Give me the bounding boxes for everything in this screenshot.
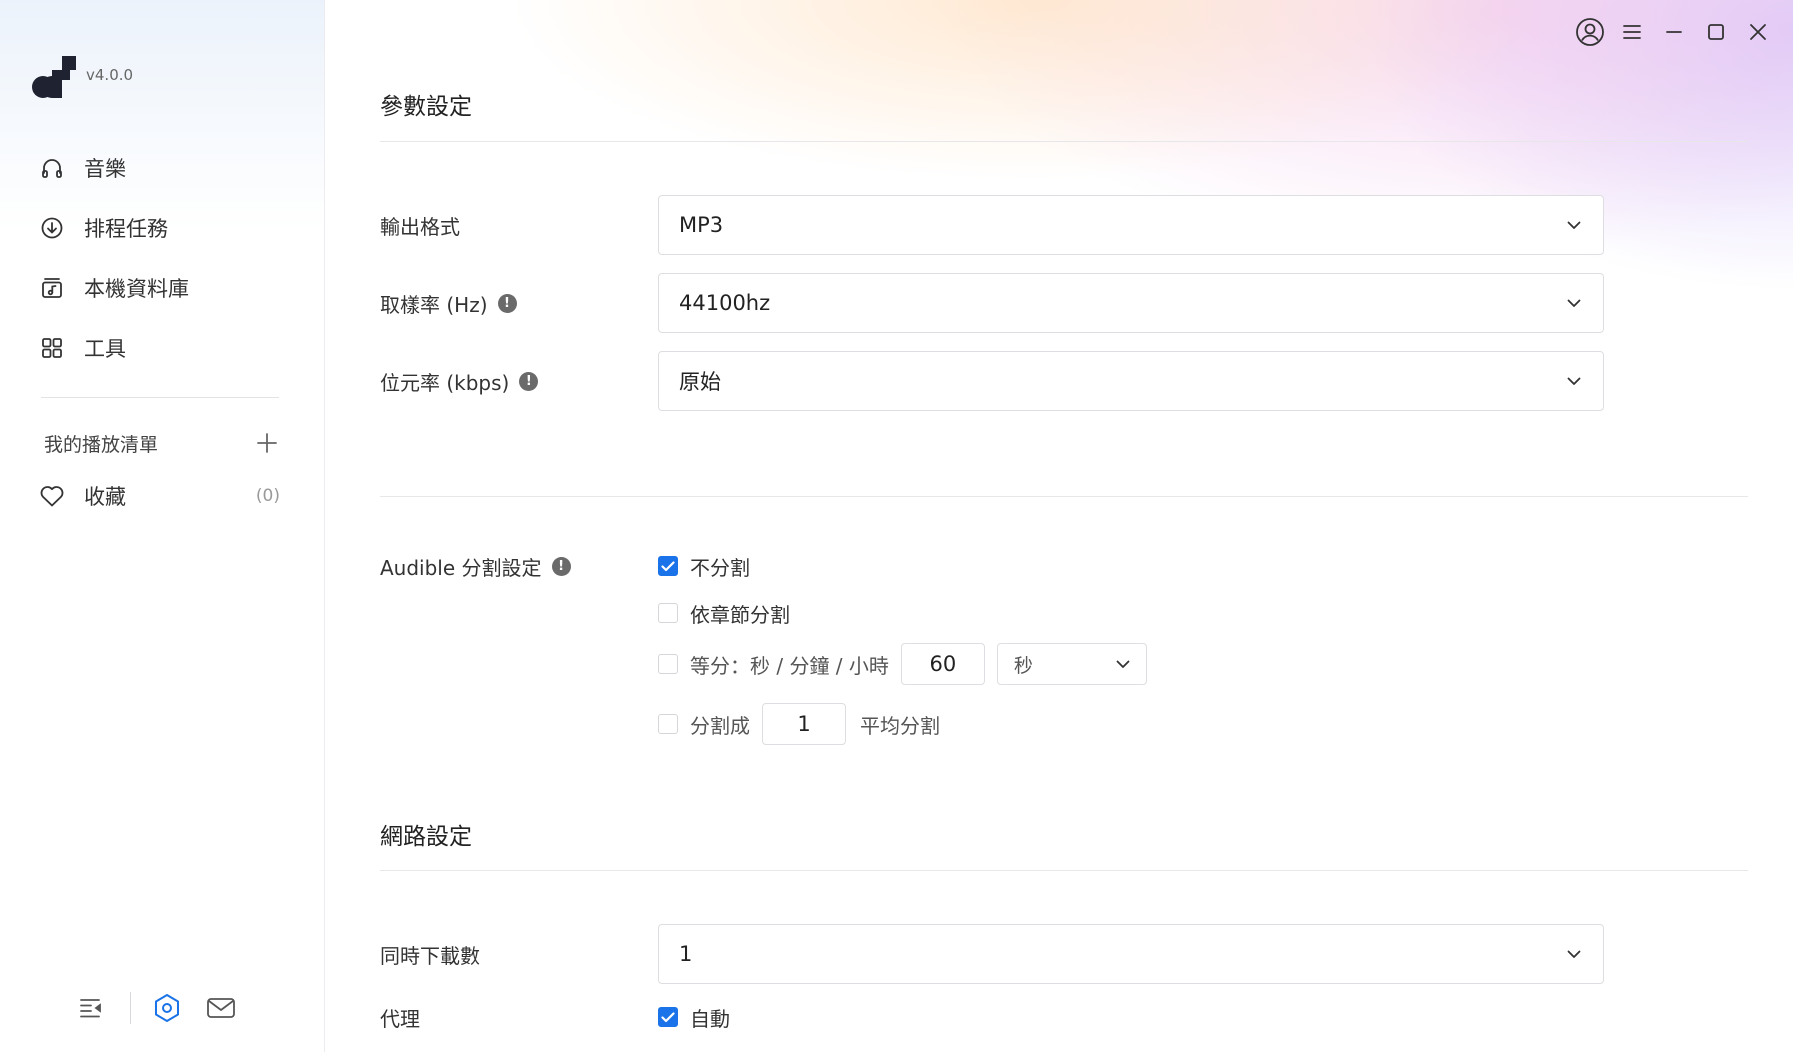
settings-button[interactable] <box>145 988 189 1028</box>
select-value: 44100hz <box>679 291 771 315</box>
chevron-down-icon <box>1565 372 1583 390</box>
playlists-header: 我的播放清單 <box>44 428 280 458</box>
collapse-sidebar-icon <box>80 999 101 1018</box>
sidebar-item-music[interactable]: 音樂 <box>38 138 288 198</box>
option-label-after: 平均分割 <box>860 713 940 738</box>
feedback-mail-button[interactable] <box>199 988 243 1028</box>
sample-rate-select[interactable]: 44100hz <box>658 273 1604 333</box>
label-text: 代理 <box>380 1006 420 1031</box>
bitrate-label: 位元率 (kbps) ! <box>380 366 539 396</box>
collapse-sidebar-button[interactable] <box>70 988 114 1028</box>
audible-split-label: Audible 分割設定 ! <box>380 551 571 581</box>
network-section-title: 網路設定 <box>380 824 472 850</box>
option-label: 不分割 <box>690 555 750 580</box>
option-label: 分割成 <box>690 713 750 738</box>
settings-content: 參數設定 輸出格式 MP3 取樣率 (Hz) ! 44100hz 位元率 (kb… <box>380 0 1750 1052</box>
option-label: 等分：秒 / 分鐘 / 小時 <box>690 653 889 678</box>
bitrate-select[interactable]: 原始 <box>658 351 1604 411</box>
heart-icon <box>38 482 66 510</box>
sidebar-divider <box>41 397 279 398</box>
plus-icon <box>257 433 277 453</box>
option-no-split: 不分割 <box>658 549 750 583</box>
label-text: 同時下載數 <box>380 943 480 968</box>
label-text: 位元率 (kbps) <box>380 370 510 395</box>
select-value: MP3 <box>679 213 724 237</box>
chevron-down-icon <box>1565 216 1583 234</box>
app-version: v4.0.0 <box>86 66 134 84</box>
label-text: 輸出格式 <box>380 214 460 239</box>
sidebar-nav: 音樂 排程任務 本機資料庫 工具 <box>38 138 288 378</box>
option-split-into: 分割成 1 平均分割 <box>658 703 940 745</box>
footer-separator <box>130 992 131 1024</box>
option-label: 自動 <box>690 1006 730 1031</box>
chevron-down-icon <box>1116 660 1130 668</box>
sidebar: v4.0.0 音樂 排程任務 本機資料庫 工具 我的播放清單 收藏 (0) <box>0 0 325 1052</box>
app-logo <box>32 56 76 98</box>
section-divider <box>380 870 1748 871</box>
chevron-down-icon <box>1565 945 1583 963</box>
info-icon[interactable]: ! <box>519 371 539 391</box>
time-unit-select[interactable]: 秒 <box>996 643 1147 685</box>
section-divider <box>380 141 1748 142</box>
add-playlist-button[interactable] <box>254 430 280 456</box>
sidebar-item-favorites[interactable]: 收藏 (0) <box>38 478 280 514</box>
info-icon[interactable]: ! <box>551 556 571 576</box>
check-icon <box>661 1011 675 1022</box>
concurrent-downloads-select[interactable]: 1 <box>658 924 1604 984</box>
sidebar-item-label: 本機資料庫 <box>84 277 189 301</box>
section-divider <box>380 496 1748 497</box>
grid-icon <box>38 334 66 362</box>
sidebar-item-label: 排程任務 <box>84 217 168 241</box>
select-value: 1 <box>679 942 693 966</box>
settings-hex-icon <box>155 994 179 1022</box>
sidebar-item-tools[interactable]: 工具 <box>38 318 288 378</box>
split-into-checkbox[interactable] <box>658 714 678 734</box>
headphones-icon <box>38 154 66 182</box>
params-section-title: 參數設定 <box>380 94 472 120</box>
select-value: 秒 <box>1013 654 1033 677</box>
output-format-label: 輸出格式 <box>380 210 460 240</box>
check-icon <box>661 560 675 571</box>
sidebar-item-tasks[interactable]: 排程任務 <box>38 198 288 258</box>
sidebar-item-label: 音樂 <box>84 157 126 181</box>
option-proxy-auto: 自動 <box>658 1000 730 1034</box>
concurrent-downloads-label: 同時下載數 <box>380 939 480 969</box>
equal-time-checkbox[interactable] <box>658 654 678 674</box>
sidebar-item-label: 工具 <box>84 337 126 361</box>
proxy-auto-checkbox[interactable] <box>658 1007 678 1027</box>
chevron-down-icon <box>1565 294 1583 312</box>
close-icon <box>1750 24 1766 40</box>
proxy-label: 代理 <box>380 1002 420 1032</box>
option-label: 依章節分割 <box>690 602 790 627</box>
select-value: 原始 <box>679 370 721 394</box>
sample-rate-label: 取樣率 (Hz) ! <box>380 288 517 318</box>
option-equal-time: 等分：秒 / 分鐘 / 小時 60 秒 <box>658 643 1147 685</box>
equal-time-value-input[interactable]: 60 <box>900 643 985 685</box>
sidebar-footer <box>70 988 250 1028</box>
label-text: 取樣率 (Hz) <box>380 292 488 317</box>
label-text: Audible 分割設定 <box>380 555 542 580</box>
option-by-chapter: 依章節分割 <box>658 596 790 630</box>
favorites-count: (0) <box>255 486 280 506</box>
playlists-title: 我的播放清單 <box>44 433 159 456</box>
music-library-icon <box>38 274 66 302</box>
download-circle-icon <box>38 214 66 242</box>
favorites-label: 收藏 <box>84 485 126 509</box>
app-window: v4.0.0 音樂 排程任務 本機資料庫 工具 我的播放清單 收藏 (0) 參數… <box>0 0 1793 1052</box>
output-format-select[interactable]: MP3 <box>658 195 1604 255</box>
no-split-checkbox[interactable] <box>658 556 678 576</box>
by-chapter-checkbox[interactable] <box>658 603 678 623</box>
info-icon[interactable]: ! <box>497 293 517 313</box>
split-count-input[interactable]: 1 <box>762 703 846 745</box>
mail-icon <box>207 998 235 1018</box>
sidebar-item-library[interactable]: 本機資料庫 <box>38 258 288 318</box>
